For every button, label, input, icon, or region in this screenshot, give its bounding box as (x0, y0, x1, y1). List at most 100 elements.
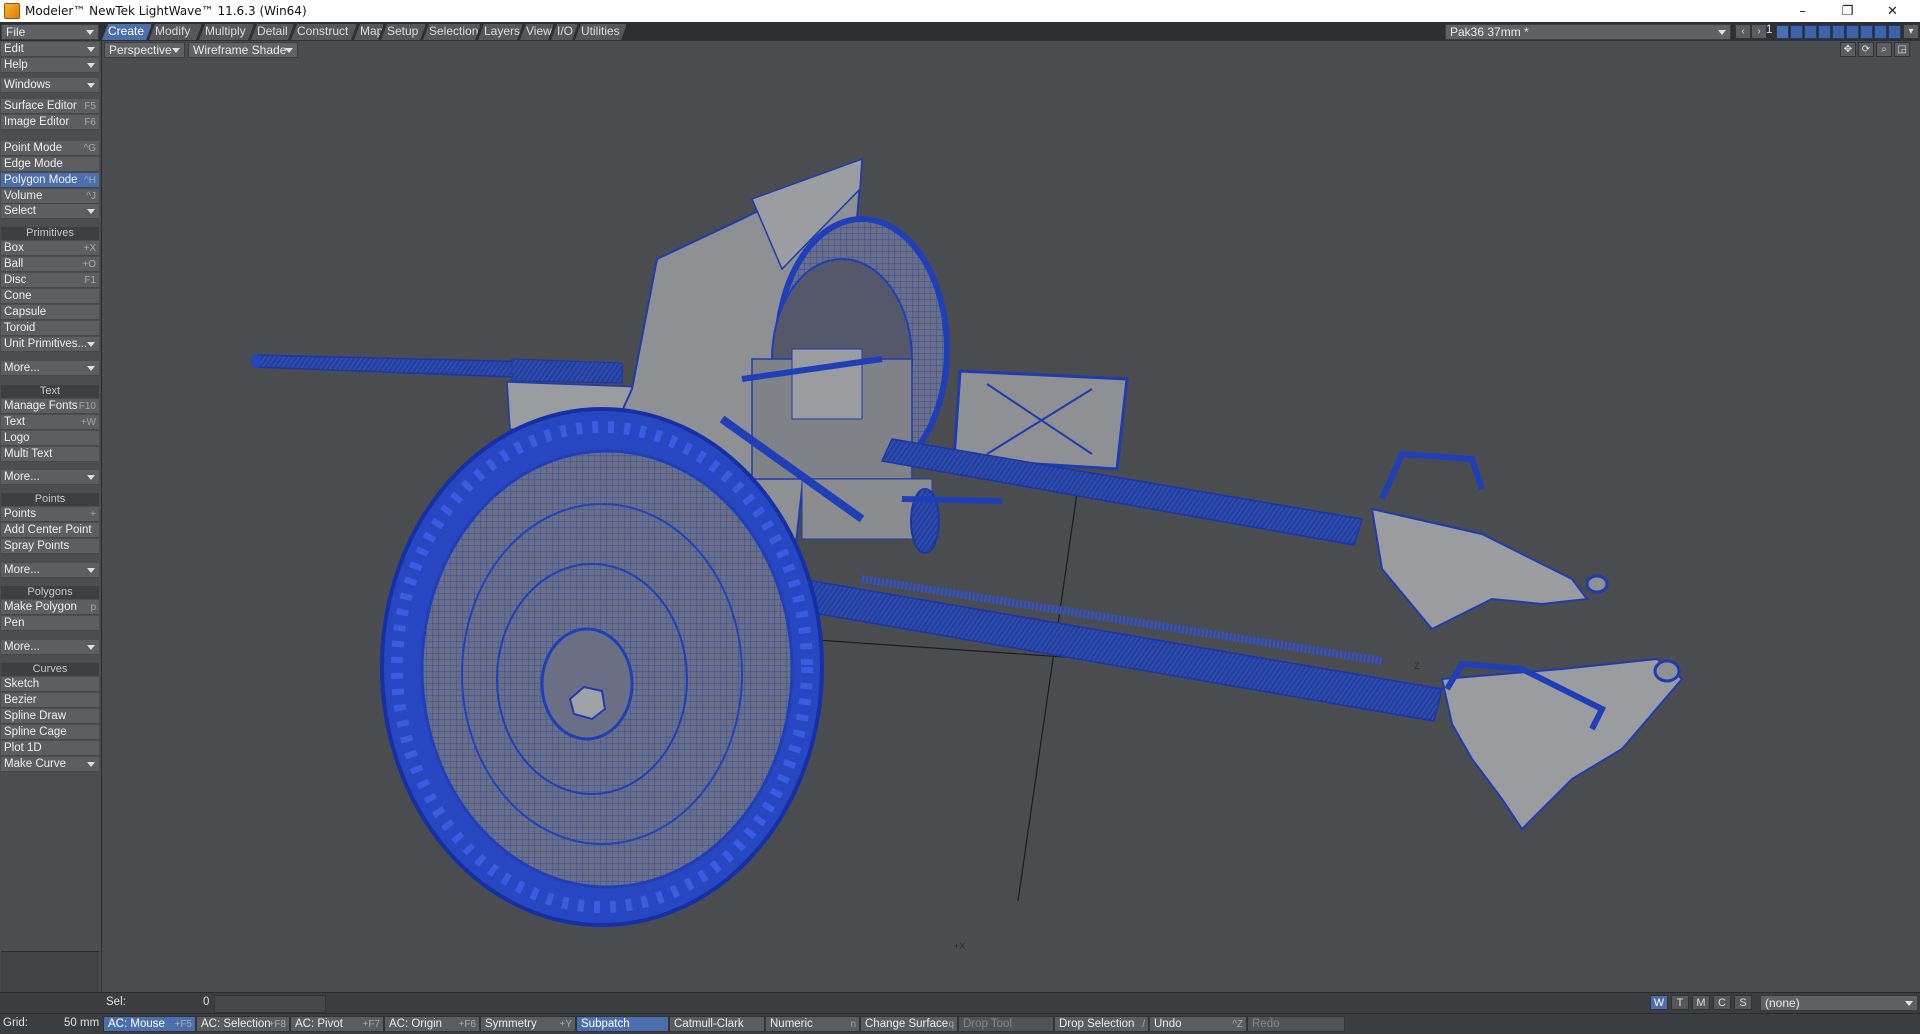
curve-tool-plot-1d[interactable]: Plot 1D (1, 741, 99, 756)
primitive-unit-primitives[interactable]: Unit Primitives... (1, 337, 99, 352)
points-tool-spray-points[interactable]: Spray Points (1, 539, 99, 554)
text-tool-multi-text[interactable]: Multi Text (1, 447, 99, 462)
curve-tool-sketch[interactable]: Sketch (1, 677, 99, 692)
object-selector[interactable]: Pak36 37mm * (1445, 24, 1731, 40)
tab-construct[interactable]: Construct (291, 24, 357, 40)
mode-volume[interactable]: Volume ^J (1, 189, 99, 204)
layer-box[interactable] (1818, 25, 1831, 39)
editor-image-editor[interactable]: Image Editor F6 (1, 115, 99, 130)
curve-tool-bezier[interactable]: Bezier (1, 693, 99, 708)
mode-point-mode[interactable]: Point Mode ^G (1, 141, 99, 156)
text-tool-text[interactable]: Text +W (1, 415, 99, 430)
close-button[interactable]: ✕ (1870, 0, 1915, 22)
tab-utilities[interactable]: Utilities (575, 24, 627, 40)
drop-selection-button[interactable]: Drop Selection / (1054, 1016, 1149, 1032)
text-tool-logo[interactable]: Logo (1, 431, 99, 446)
points-tool-points[interactable]: Points + (1, 507, 99, 522)
layer-box[interactable] (1776, 25, 1789, 39)
redo-button[interactable]: Redo (1247, 1016, 1345, 1032)
layer-box[interactable] (1846, 25, 1859, 39)
curve-tool-make-curve[interactable]: Make Curve (1, 757, 99, 772)
tab-setup[interactable]: Setup (381, 24, 426, 40)
polygons-more-dropdown[interactable]: More... (1, 640, 99, 655)
view-button-m[interactable]: M (1692, 995, 1710, 1010)
tab-create[interactable]: Create (102, 24, 152, 40)
catmull-clark-button[interactable]: Catmull-Clark (669, 1016, 765, 1032)
next-layer-icon[interactable]: › (1751, 24, 1767, 39)
rotate-view-icon[interactable]: ⟳ (1858, 42, 1874, 57)
primitive-disc[interactable]: Disc F1 (1, 273, 99, 288)
tab-layers[interactable]: Layers (478, 24, 523, 40)
layer-box[interactable] (1790, 25, 1803, 39)
surface-dropdown[interactable]: (none) (1760, 995, 1918, 1011)
primitive-capsule[interactable]: Capsule (1, 305, 99, 320)
polygon-tool-make-polygon[interactable]: Make Polygon p (1, 600, 99, 615)
tab-view[interactable]: View (520, 24, 554, 40)
render-mode-dropdown[interactable]: Wireframe Shade (188, 42, 298, 58)
ac-selection-button[interactable]: AC: Selection +F8 (196, 1016, 290, 1032)
layer-box[interactable] (1888, 25, 1901, 39)
grid-value: 50 mm (64, 1017, 100, 1029)
tab-multiply[interactable]: Multiply (199, 24, 254, 40)
chevron-down-icon (87, 83, 95, 88)
primitive-cone[interactable]: Cone (1, 289, 99, 304)
file-menu[interactable]: File (1, 24, 99, 40)
view-button-s[interactable]: S (1734, 995, 1752, 1010)
change-surface-button[interactable]: Change Surface q (860, 1016, 958, 1032)
layers-dropdown-icon[interactable]: ▾ (1903, 24, 1919, 39)
prev-layer-icon[interactable]: ‹ (1735, 24, 1751, 39)
tab-selection[interactable]: Selection (423, 24, 481, 40)
ac-mouse-button[interactable]: AC: Mouse +F5 (103, 1016, 196, 1032)
primitive-ball[interactable]: Ball +O (1, 257, 99, 272)
edit-menu[interactable]: Edit (1, 42, 99, 57)
view-button-t[interactable]: T (1671, 995, 1689, 1010)
tab-i-o[interactable]: I/O (551, 24, 578, 40)
view-button-w[interactable]: W (1650, 995, 1668, 1010)
curve-tool-spline-draw[interactable]: Spline Draw (1, 709, 99, 724)
view-button-c[interactable]: C (1713, 995, 1731, 1010)
primitive-label: Unit Primitives... (4, 338, 88, 350)
primitive-toroid[interactable]: Toroid (1, 321, 99, 336)
tab-modify[interactable]: Modify (149, 24, 202, 40)
drop-tool-button[interactable]: Drop Tool (958, 1016, 1054, 1032)
shortcut-label: q (948, 1019, 954, 1030)
ac-origin-button[interactable]: AC: Origin +F6 (384, 1016, 480, 1032)
zoom-view-icon[interactable]: ⌕ (1876, 42, 1892, 57)
windows-menu[interactable]: Windows (1, 78, 99, 93)
ac-pivot-button[interactable]: AC: Pivot +F7 (290, 1016, 384, 1032)
layer-box[interactable] (1832, 25, 1845, 39)
primitives-more-dropdown[interactable]: More... (1, 361, 99, 376)
layer-box[interactable] (1874, 25, 1887, 39)
primitive-box[interactable]: Box +X (1, 241, 99, 256)
tab-detail[interactable]: Detail (251, 24, 294, 40)
subpatch-button[interactable]: Subpatch (576, 1016, 669, 1032)
mode-edge-mode[interactable]: Edge Mode (1, 157, 99, 172)
mode-polygon-mode[interactable]: Polygon Mode ^H (1, 173, 99, 188)
view-type-dropdown[interactable]: Perspective (104, 42, 185, 58)
3d-viewport[interactable]: +X Z (102, 59, 1920, 992)
primitive-label: Box (4, 242, 24, 254)
text-tool-manage-fonts[interactable]: Manage Fonts F10 (1, 399, 99, 414)
polygon-tool-pen[interactable]: Pen (1, 616, 99, 631)
curve-tool-spline-cage[interactable]: Spline Cage (1, 725, 99, 740)
points-tool-add-center-point[interactable]: Add Center Point (1, 523, 99, 538)
editor-surface-editor[interactable]: Surface Editor F5 (1, 99, 99, 114)
symmetry-button[interactable]: Symmetry +Y (480, 1016, 576, 1032)
points-more-dropdown[interactable]: More... (1, 563, 99, 578)
maximize-view-icon[interactable]: ◲ (1894, 42, 1910, 57)
layer-box[interactable] (1860, 25, 1873, 39)
help-menu[interactable]: Help (1, 58, 99, 73)
text-more-dropdown[interactable]: More... (1, 470, 99, 485)
button-label: AC: Origin (389, 1018, 443, 1030)
minimize-button[interactable]: – (1780, 0, 1825, 22)
select-dropdown[interactable]: Select (1, 204, 99, 219)
menu-row: File Create Modify Multiply Detail Construct… (0, 22, 1920, 42)
maximize-button[interactable]: ❐ (1825, 0, 1870, 22)
move-view-icon[interactable]: ✥ (1840, 42, 1856, 57)
layer-box[interactable] (1804, 25, 1817, 39)
menu-label: Windows (4, 79, 51, 91)
bottom-toolbar: Grid: 50 mm AC: Mouse +F5 AC: Selection +F8… (0, 1013, 1920, 1034)
undo-button[interactable]: Undo ^Z (1149, 1016, 1247, 1032)
numeric-button[interactable]: Numeric n (765, 1016, 860, 1032)
tab-map[interactable]: Map (354, 24, 384, 40)
